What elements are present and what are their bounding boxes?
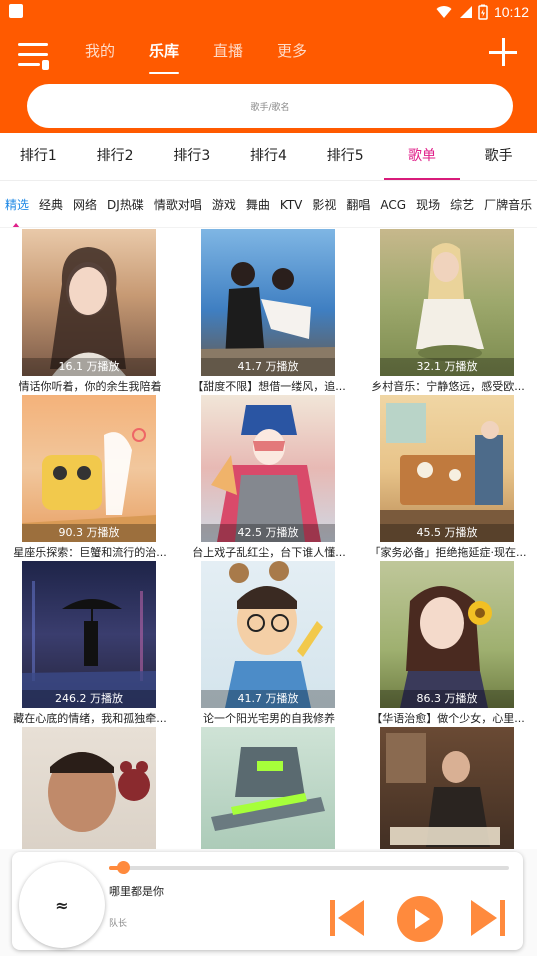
playlist-title: 【甜度不限】想借一缕风，追... (192, 380, 346, 393)
category-variety[interactable]: 综艺 (445, 182, 479, 227)
mini-player: ≈ 哪里都是你 队长 (12, 852, 523, 950)
play-count: 42.5 万播放 (201, 524, 335, 542)
playlist-card[interactable]: 86.3 万播放 【华语治愈】做个少女，心里... (358, 561, 537, 727)
top-tabs: 我的 乐库 直播 更多 (68, 36, 324, 76)
playlist-cover: 41.7 万播放 (201, 229, 335, 376)
playlist-cover: 90.3 万播放 (22, 395, 156, 542)
playlist-title: 情话你听着，你的余生我陪着 (18, 380, 162, 393)
playlist-title: 「家务必备」拒绝拖延症·现在... (369, 546, 527, 559)
category-live[interactable]: 现场 (411, 182, 445, 227)
play-count: 90.3 万播放 (22, 524, 156, 542)
play-count: 16.1 万播放 (22, 358, 156, 376)
playlist-cover (201, 727, 335, 849)
play-count: 41.7 万播放 (201, 690, 335, 708)
category-ktv[interactable]: KTV (275, 182, 307, 227)
playlist-cover: 246.2 万播放 (22, 561, 156, 708)
next-icon[interactable] (469, 898, 507, 938)
album-disc[interactable]: ≈ (19, 862, 105, 948)
playlist-card[interactable]: 90.3 万播放 星座乐探索：巨蟹和流行的治... (0, 395, 179, 561)
category-internet[interactable]: 网络 (68, 182, 102, 227)
playlist-card[interactable]: 45.5 万播放 「家务必备」拒绝拖延症·现在... (358, 395, 537, 561)
search-input[interactable]: 歌手/歌名 (27, 84, 513, 128)
album-disc-mark: ≈ (55, 895, 69, 915)
playlist-cover (380, 727, 514, 849)
playlist-title: 星座乐探索：巨蟹和流行的治... (13, 546, 167, 559)
playlist-card[interactable]: 41.7 万播放 【甜度不限】想借一缕风，追... (179, 229, 358, 395)
clock: 10:12 (493, 4, 529, 20)
playlist-card[interactable]: 41.7 万播放 论一个阳光宅男的自我修养 (179, 561, 358, 727)
playlist-card[interactable]: 246.2 万播放 藏在心底的情绪，我和孤独牵... (0, 561, 179, 727)
song-title: 哪里都是你 (109, 885, 164, 898)
signal-icon (459, 6, 472, 18)
tab-playlists[interactable]: 歌单 (383, 133, 461, 180)
rank-tabs: 排行1 排行2 排行3 排行4 排行5 歌单 歌手 (0, 133, 537, 181)
playlist-card[interactable] (0, 727, 179, 849)
category-duet[interactable]: 情歌对唱 (149, 182, 207, 227)
tab-singers[interactable]: 歌手 (460, 133, 537, 180)
artist-name: 队长 (109, 919, 128, 929)
tab-mine[interactable]: 我的 (68, 36, 132, 76)
app-header: 我的 乐库 直播 更多 歌手/歌名 (0, 24, 537, 133)
playlist-cover: 42.5 万播放 (201, 395, 335, 542)
category-cover[interactable]: 翻唱 (341, 182, 375, 227)
tab-rank-2[interactable]: 排行2 (77, 133, 154, 180)
play-count: 41.7 万播放 (201, 358, 335, 376)
playlist-cover: 41.7 万播放 (201, 561, 335, 708)
category-acg[interactable]: ACG (375, 182, 411, 227)
playlist-title: 【华语治愈】做个少女，心里... (371, 712, 525, 725)
wifi-icon (436, 6, 452, 19)
play-count: 45.5 万播放 (380, 524, 514, 542)
play-count: 86.3 万播放 (380, 690, 514, 708)
tab-live[interactable]: 直播 (196, 36, 260, 76)
tab-rank-4[interactable]: 排行4 (230, 133, 307, 180)
category-label[interactable]: 厂牌音乐 (479, 182, 537, 227)
playlist-grid: 16.1 万播放 情话你听着，你的余生我陪着 41.7 万播放 【甜度不限】想借… (0, 229, 537, 849)
category-bar: 精选 经典 网络 DJ热碟 情歌对唱 游戏 舞曲 KTV 影视 翻唱 ACG 现… (0, 182, 537, 228)
playlist-card[interactable] (358, 727, 537, 849)
tab-rank-1[interactable]: 排行1 (0, 133, 77, 180)
app-screen: 10:12 我的 乐库 直播 更多 歌手/歌名 排行1 排行2 排行3 排行4 … (0, 0, 537, 956)
category-featured[interactable]: 精选 (0, 182, 34, 227)
playlist-title: 藏在心底的情绪，我和孤独牵... (13, 712, 167, 725)
category-game[interactable]: 游戏 (207, 182, 241, 227)
playlist-title: 乡村音乐：宁静悠远，感受欧... (371, 380, 525, 393)
play-icon[interactable] (396, 895, 444, 943)
tab-rank-5[interactable]: 排行5 (307, 133, 384, 180)
playlist-cover (22, 727, 156, 849)
playlist-card[interactable]: 16.1 万播放 情话你听着，你的余生我陪着 (0, 229, 179, 395)
tab-rank-3[interactable]: 排行3 (153, 133, 230, 180)
search-placeholder: 歌手/歌名 (250, 102, 290, 113)
play-count: 32.1 万播放 (380, 358, 514, 376)
category-film[interactable]: 影视 (307, 182, 341, 227)
notification-icon (9, 4, 23, 18)
tab-library[interactable]: 乐库 (132, 36, 196, 76)
menu-icon[interactable] (18, 42, 50, 70)
playlist-cover: 45.5 万播放 (380, 395, 514, 542)
playlist-cover: 86.3 万播放 (380, 561, 514, 708)
playlist-card[interactable]: 32.1 万播放 乡村音乐：宁静悠远，感受欧... (358, 229, 537, 395)
category-classic[interactable]: 经典 (34, 182, 68, 227)
tab-more[interactable]: 更多 (260, 36, 324, 76)
category-dance[interactable]: 舞曲 (241, 182, 275, 227)
playlist-cover: 32.1 万播放 (380, 229, 514, 376)
playlist-title: 台上戏子乱红尘，台下谁人懂... (192, 546, 346, 559)
previous-icon[interactable] (328, 898, 366, 938)
status-bar: 10:12 (0, 0, 537, 24)
mini-player-area: ≈ 哪里都是你 队长 (0, 849, 537, 956)
playlist-card[interactable]: 42.5 万播放 台上戏子乱红尘，台下谁人懂... (179, 395, 358, 561)
add-icon[interactable] (489, 38, 517, 66)
category-dj[interactable]: DJ热碟 (102, 182, 149, 227)
play-count: 246.2 万播放 (22, 690, 156, 708)
playlist-title: 论一个阳光宅男的自我修养 (203, 712, 335, 725)
progress-bar[interactable] (109, 861, 509, 874)
battery-icon (478, 4, 488, 20)
progress-knob[interactable] (117, 861, 130, 874)
playlist-card[interactable] (179, 727, 358, 849)
playlist-cover: 16.1 万播放 (22, 229, 156, 376)
